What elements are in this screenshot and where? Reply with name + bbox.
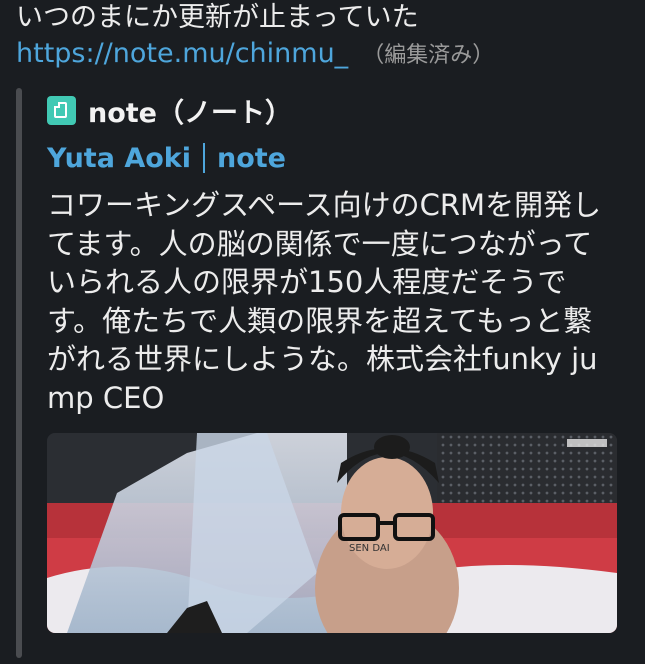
attachment-preview-image[interactable]: SEN DAI	[47, 433, 617, 633]
attachment-service: note（ノート）	[47, 88, 626, 132]
service-name: note（ノート）	[88, 97, 292, 129]
message-link[interactable]: https://note.mu/chinmu_	[16, 38, 348, 69]
overlay-text: SEN DAI	[349, 543, 390, 554]
edited-label: （編集済み）	[362, 43, 495, 68]
author-name[interactable]: Yuta Aoki	[47, 143, 191, 174]
site-name[interactable]: note	[217, 143, 286, 174]
note-icon	[47, 95, 76, 125]
attachment-description: コワーキングスペース向けのCRMを開発してます。人の脳の関係で一度につながってい…	[47, 188, 602, 415]
message-link-row: https://note.mu/chinmu_ （編集済み）	[16, 36, 636, 74]
link-unfurl-attachment: note（ノート） Yuta Aoki note コワーキングスペース向けのCR…	[16, 88, 626, 658]
message-text: いつのまにか更新が止まっていた	[16, 2, 419, 33]
preview-photo: SEN DAI	[47, 433, 617, 633]
message: いつのまにか更新が止まっていた https://note.mu/chinmu_ （…	[16, 0, 636, 74]
title-separator	[203, 143, 205, 173]
attachment-title[interactable]: Yuta Aoki note	[47, 134, 626, 182]
attachment-bar	[16, 88, 22, 658]
